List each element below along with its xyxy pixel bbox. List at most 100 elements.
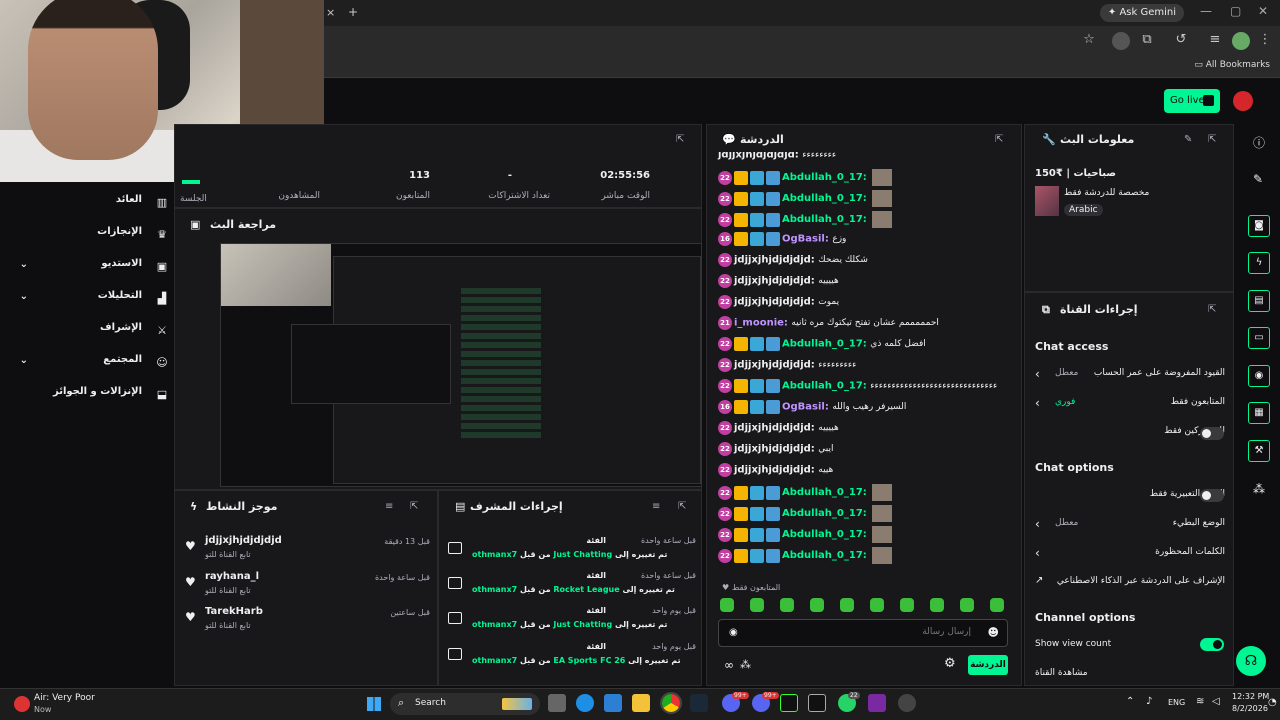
- windows-start-icon[interactable]: [367, 697, 381, 711]
- mod-user[interactable]: othmanx7: [472, 656, 517, 665]
- notifications-bell-icon[interactable]: ◔: [1268, 697, 1277, 708]
- volume-icon[interactable]: ◁: [1212, 696, 1220, 707]
- menu-dots-icon[interactable]: ⋮: [1256, 32, 1274, 50]
- notification-icon[interactable]: [1233, 91, 1253, 111]
- mod-user[interactable]: othmanx7: [472, 620, 517, 629]
- chat-username[interactable]: Abdullah_0_17:: [782, 172, 867, 183]
- emoji-icon[interactable]: ☻: [988, 626, 999, 639]
- nav-item-studio[interactable]: ▣ الاستديو ⌄: [12, 258, 172, 278]
- filter-icon[interactable]: ≡: [652, 501, 660, 512]
- app-b-icon[interactable]: [808, 694, 826, 712]
- emote-button[interactable]: [840, 598, 854, 612]
- puzzle-icon[interactable]: ⧉: [1138, 32, 1156, 50]
- steam-icon[interactable]: [690, 694, 708, 712]
- edit-icon[interactable]: ✎: [1184, 134, 1192, 145]
- quick-action-raid[interactable]: ▦: [1248, 402, 1270, 424]
- setting-slow-mode[interactable]: الوضع البطيء معطل ›: [1035, 517, 1225, 536]
- history-icon[interactable]: ↺: [1172, 32, 1190, 50]
- clock-date[interactable]: 8/2/2026: [1232, 704, 1268, 713]
- quick-action-chat[interactable]: ▭: [1248, 327, 1270, 349]
- chat-input[interactable]: ◉ إرسال رسالة ☻: [718, 619, 1008, 647]
- mod-user[interactable]: othmanx7: [472, 585, 517, 594]
- stream-category[interactable]: مخصصة للدردشة فقط: [1064, 188, 1149, 198]
- go-live-button[interactable]: Go live: [1164, 89, 1220, 113]
- chat-username[interactable]: jdjjxjhjdjdjdjd:: [734, 444, 815, 455]
- clock-time[interactable]: 12:32 PM: [1232, 692, 1269, 701]
- chat-username[interactable]: jdjjxjhjdjdjdjd:: [734, 297, 815, 308]
- quick-action-boost[interactable]: ϟ: [1248, 252, 1270, 274]
- new-tab-button[interactable]: +: [348, 5, 358, 19]
- chat-username[interactable]: OgBasil:: [782, 234, 829, 245]
- chat-username[interactable]: Abdullah_0_17:: [782, 550, 867, 561]
- chat-username[interactable]: Abdullah_0_17:: [782, 381, 867, 392]
- chat-username[interactable]: Abdullah_0_17:: [782, 487, 867, 498]
- reading-list-icon[interactable]: ≡: [1206, 32, 1224, 50]
- bits-icon[interactable]: ◉: [729, 627, 738, 638]
- activity-user[interactable]: rayhana_l: [205, 571, 259, 582]
- quick-action-broadcast[interactable]: ◉: [1248, 365, 1270, 387]
- tray-chevron-icon[interactable]: ⌃: [1126, 696, 1134, 707]
- category-box-art[interactable]: [1035, 186, 1059, 216]
- show-view-count-toggle[interactable]: [1200, 638, 1224, 651]
- emote-button[interactable]: [870, 598, 884, 612]
- subs-only-toggle[interactable]: [1200, 427, 1224, 440]
- community-icon[interactable]: ⁂: [1253, 482, 1265, 496]
- popout-icon[interactable]: ⇱: [410, 501, 418, 512]
- nav-item-community[interactable]: ☺ المجتمع ⌄: [12, 354, 172, 374]
- minimize-icon[interactable]: —: [1200, 4, 1212, 18]
- wifi-icon[interactable]: ≋: [1196, 696, 1204, 707]
- nav-item-drops[interactable]: ⬓ الإنزالات و الجوائز: [12, 386, 172, 406]
- setting-account-age[interactable]: القيود المفروضة على عمر الحساب معطل ›: [1035, 367, 1225, 386]
- stream-preview-video[interactable]: [220, 243, 702, 487]
- ask-gemini-button[interactable]: ✦ Ask Gemini: [1099, 4, 1184, 22]
- profile-avatar[interactable]: [1232, 32, 1250, 50]
- app-d-icon[interactable]: [898, 694, 916, 712]
- setting-blocked-terms[interactable]: الكلمات المحظورة ›: [1035, 546, 1225, 565]
- chat-username[interactable]: jdjjxjhjdjdjdjd:: [734, 465, 815, 476]
- emote-button[interactable]: [960, 598, 974, 612]
- chat-username[interactable]: jdjjxjhjdjdjdjd:: [734, 423, 815, 434]
- popout-icon[interactable]: ⇱: [995, 134, 1003, 145]
- infinity-icon[interactable]: ∞: [724, 658, 734, 672]
- activity-user[interactable]: TarekHarb: [205, 606, 263, 617]
- edit-pencil-icon[interactable]: ✎: [1253, 172, 1263, 186]
- nav-item-achievements[interactable]: ♛ الإنجازات: [12, 226, 172, 246]
- quick-action-tools[interactable]: ⚒: [1248, 440, 1270, 462]
- setting-ai-moderation[interactable]: الإشراف على الدردشة عبر الذكاء الاصطناعي…: [1035, 575, 1225, 594]
- nav-item-moderation[interactable]: ⚔ الإشراف: [12, 322, 172, 342]
- chat-username[interactable]: OgBasil:: [782, 402, 829, 413]
- nav-item-revenue[interactable]: ▥ العائد: [12, 194, 172, 214]
- quick-action-clip[interactable]: ◙: [1248, 215, 1270, 237]
- tab-close-icon[interactable]: ×: [326, 6, 335, 19]
- chat-username[interactable]: i_moonie:: [734, 318, 788, 329]
- chat-username[interactable]: Abdullah_0_17:: [782, 339, 867, 350]
- emote-button[interactable]: [750, 598, 764, 612]
- help-headset-icon[interactable]: ☊: [1236, 646, 1266, 676]
- chat-username[interactable]: Abdullah_0_17:: [782, 214, 867, 225]
- emote-button[interactable]: [780, 598, 794, 612]
- chat-send-button[interactable]: الدردشة: [968, 655, 1008, 675]
- gear-icon[interactable]: ⚙: [944, 656, 956, 671]
- chat-username[interactable]: Abdullah_0_17:: [782, 193, 867, 204]
- app-c-icon[interactable]: [868, 694, 886, 712]
- chat-username[interactable]: jdjjxjhjdjdjdjd:: [734, 276, 815, 287]
- nav-item-analytics[interactable]: ▟ التحليلات ⌄: [12, 290, 172, 310]
- chat-username[interactable]: Abdullah_0_17:: [782, 529, 867, 540]
- weather-text[interactable]: Air: Very Poor: [34, 693, 95, 703]
- microphone-icon[interactable]: ♪: [1146, 696, 1152, 707]
- watch-channel-label[interactable]: مشاهدة القناة: [1035, 668, 1088, 678]
- popout-icon[interactable]: ⇱: [1208, 304, 1216, 315]
- chat-username[interactable]: jdjjxjhjdjdjdjd:: [734, 255, 815, 266]
- edge-icon[interactable]: [576, 694, 594, 712]
- chat-username[interactable]: jdjjxjhjdjdjdjd:: [734, 360, 815, 371]
- popout-icon[interactable]: ⇱: [678, 501, 686, 512]
- activity-user[interactable]: jdjjxjhjdjdjdjd: [205, 535, 282, 546]
- quick-action-notes[interactable]: ▤: [1248, 290, 1270, 312]
- chat-username[interactable]: jdjjxjhjdjdjdjd:: [718, 152, 799, 161]
- emote-button[interactable]: [930, 598, 944, 612]
- emote-button[interactable]: [900, 598, 914, 612]
- mod-user[interactable]: othmanx7: [472, 550, 517, 559]
- popout-icon[interactable]: ⇱: [1208, 134, 1216, 145]
- task-view-icon[interactable]: [548, 694, 566, 712]
- language-indicator[interactable]: ENG: [1168, 698, 1185, 707]
